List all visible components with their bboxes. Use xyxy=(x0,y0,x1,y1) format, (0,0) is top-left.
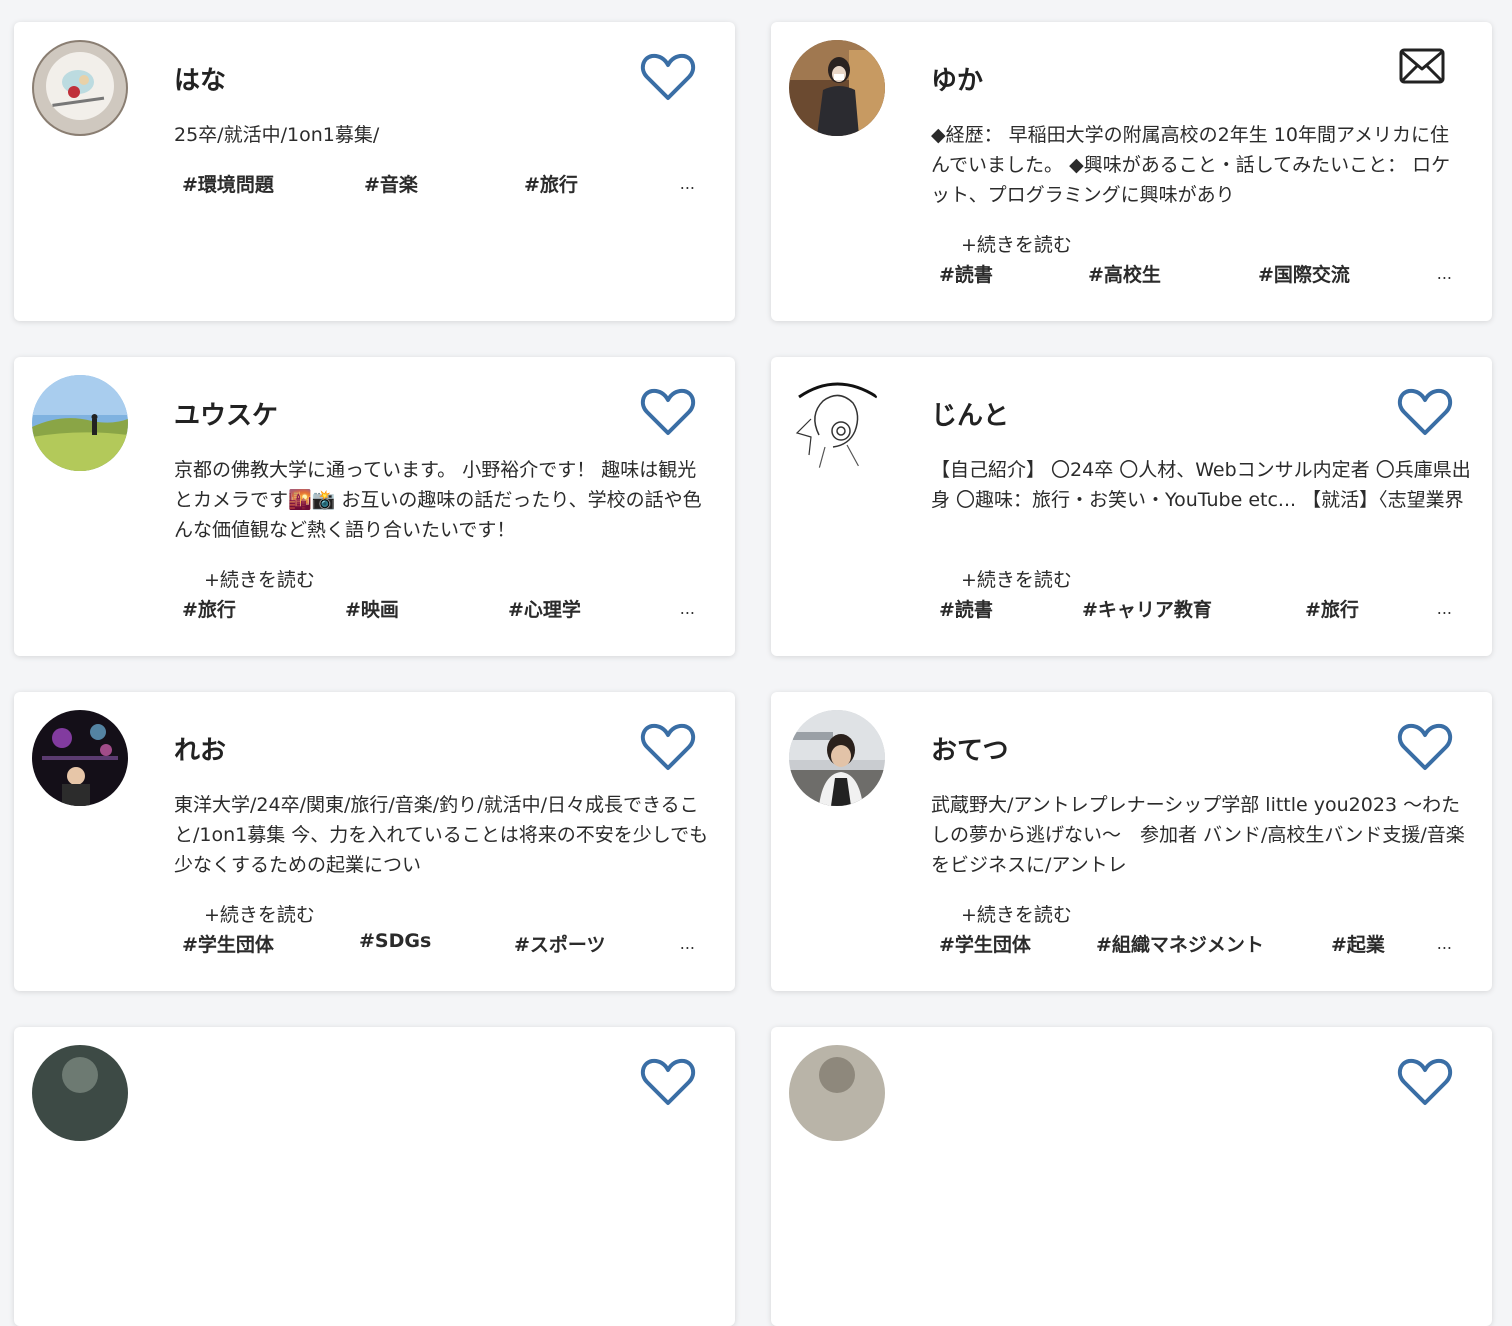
tag-list: #読書 #キャリア教育 #旅行 ... xyxy=(931,595,1452,625)
heart-outline-icon[interactable] xyxy=(640,387,696,437)
tag[interactable]: #映画 xyxy=(345,595,399,622)
user-card[interactable]: ゆか ◆経歴： 早稲田大学の附属高校の2年生 10年間アメリカに住んでいました。… xyxy=(771,22,1492,321)
more-tags-ellipsis[interactable]: ... xyxy=(1437,264,1452,283)
tag[interactable]: #旅行 xyxy=(524,170,578,197)
more-tags-ellipsis[interactable]: ... xyxy=(680,934,695,953)
tag[interactable]: #起業 xyxy=(1331,930,1385,957)
user-bio: ◆経歴： 早稲田大学の附属高校の2年生 10年間アメリカに住んでいました。 ◆興… xyxy=(931,124,1451,206)
heart-outline-icon[interactable] xyxy=(1397,722,1453,772)
user-card[interactable]: れお 東洋大学/24卒/関東/旅行/音楽/釣り/就活中/日々成長できること/1o… xyxy=(14,692,735,991)
tag[interactable]: #スポーツ xyxy=(514,930,606,957)
avatar[interactable] xyxy=(32,375,128,471)
avatar[interactable] xyxy=(789,375,885,471)
avatar[interactable] xyxy=(32,1045,128,1141)
user-name: おてつ xyxy=(931,736,1009,766)
user-card[interactable]: じんと 【自己紹介】 〇24卒 〇人材、Webコンサル内定者 〇兵庫県出身 〇趣… xyxy=(771,357,1492,656)
user-bio: 東洋大学/24卒/関東/旅行/音楽/釣り/就活中/日々成長できること/1on1募… xyxy=(174,794,709,876)
user-card[interactable]: ユウスケ 京都の佛教大学に通っています。 小野裕介です！ 趣味は観光とカメラです… xyxy=(14,357,735,656)
more-tags-ellipsis[interactable]: ... xyxy=(680,599,695,618)
tag[interactable]: #組織マネジメント xyxy=(1096,930,1264,957)
read-more-link[interactable]: +続きを読む xyxy=(204,565,315,592)
read-more-link[interactable]: +続きを読む xyxy=(961,230,1072,257)
user-bio: 25卒/就活中/1on1募集/ xyxy=(174,124,380,146)
heart-outline-icon[interactable] xyxy=(640,722,696,772)
avatar[interactable] xyxy=(789,1045,885,1141)
tag[interactable]: #旅行 xyxy=(182,595,236,622)
user-bio: 京都の佛教大学に通っています。 小野裕介です！ 趣味は観光とカメラです🌇📸 お互… xyxy=(174,459,702,541)
user-name: はな xyxy=(174,66,227,96)
avatar[interactable] xyxy=(32,40,128,136)
avatar-image xyxy=(32,375,128,471)
tag[interactable]: #学生団体 xyxy=(939,930,1031,957)
tag[interactable]: #環境問題 xyxy=(182,170,274,197)
tag[interactable]: #音楽 xyxy=(364,170,418,197)
envelope-icon[interactable] xyxy=(1399,48,1445,86)
heart-outline-icon[interactable] xyxy=(1397,1057,1453,1107)
user-name: ユウスケ xyxy=(174,401,279,431)
user-name: れお xyxy=(174,736,227,766)
heart-outline-icon[interactable] xyxy=(640,52,696,102)
more-tags-ellipsis[interactable]: ... xyxy=(680,174,695,193)
user-card[interactable] xyxy=(771,1027,1492,1326)
tag[interactable]: #旅行 xyxy=(1305,595,1359,622)
tag[interactable]: #SDGs xyxy=(359,930,431,952)
more-tags-ellipsis[interactable]: ... xyxy=(1437,934,1452,953)
user-card[interactable]: おてつ 武蔵野大/アントレプレナーシップ学部 little you2023 〜わ… xyxy=(771,692,1492,991)
avatar-image xyxy=(32,1045,128,1141)
tag-list: #読書 #高校生 #国際交流 ... xyxy=(931,260,1452,290)
avatar[interactable] xyxy=(32,710,128,806)
user-name: じんと xyxy=(931,401,1010,431)
avatar[interactable] xyxy=(789,710,885,806)
tag[interactable]: #国際交流 xyxy=(1258,260,1350,287)
read-more-link[interactable]: +続きを読む xyxy=(961,900,1072,927)
user-bio: 武蔵野大/アントレプレナーシップ学部 little you2023 〜わたしの夢… xyxy=(931,794,1465,876)
avatar[interactable] xyxy=(789,40,885,136)
read-more-link[interactable]: +続きを読む xyxy=(204,900,315,927)
more-tags-ellipsis[interactable]: ... xyxy=(1437,599,1452,618)
heart-outline-icon[interactable] xyxy=(640,1057,696,1107)
user-card[interactable] xyxy=(14,1027,735,1326)
tag[interactable]: #読書 xyxy=(939,595,993,622)
tag-list: #旅行 #映画 #心理学 ... xyxy=(174,595,695,625)
user-bio: 【自己紹介】 〇24卒 〇人材、Webコンサル内定者 〇兵庫県出身 〇趣味：旅行… xyxy=(931,459,1471,511)
avatar-image xyxy=(789,375,885,471)
tag-list: #学生団体 #SDGs #スポーツ ... xyxy=(174,930,695,960)
avatar-image xyxy=(32,710,128,806)
tag[interactable]: #高校生 xyxy=(1088,260,1161,287)
avatar-image xyxy=(789,1045,885,1141)
avatar-image xyxy=(32,40,128,136)
user-name: ゆか xyxy=(931,66,984,96)
tag[interactable]: #学生団体 xyxy=(182,930,274,957)
tag-list: #環境問題 #音楽 #旅行 ... xyxy=(174,170,695,200)
tag[interactable]: #心理学 xyxy=(508,595,581,622)
read-more-link[interactable]: +続きを読む xyxy=(961,565,1072,592)
avatar-image xyxy=(789,40,885,136)
tag-list: #学生団体 #組織マネジメント #起業 ... xyxy=(931,930,1452,960)
tag[interactable]: #キャリア教育 xyxy=(1082,595,1212,622)
user-card[interactable]: はな 25卒/就活中/1on1募集/ #環境問題 #音楽 #旅行 ... xyxy=(14,22,735,321)
heart-outline-icon[interactable] xyxy=(1397,387,1453,437)
tag[interactable]: #読書 xyxy=(939,260,993,287)
avatar-image xyxy=(789,710,885,806)
